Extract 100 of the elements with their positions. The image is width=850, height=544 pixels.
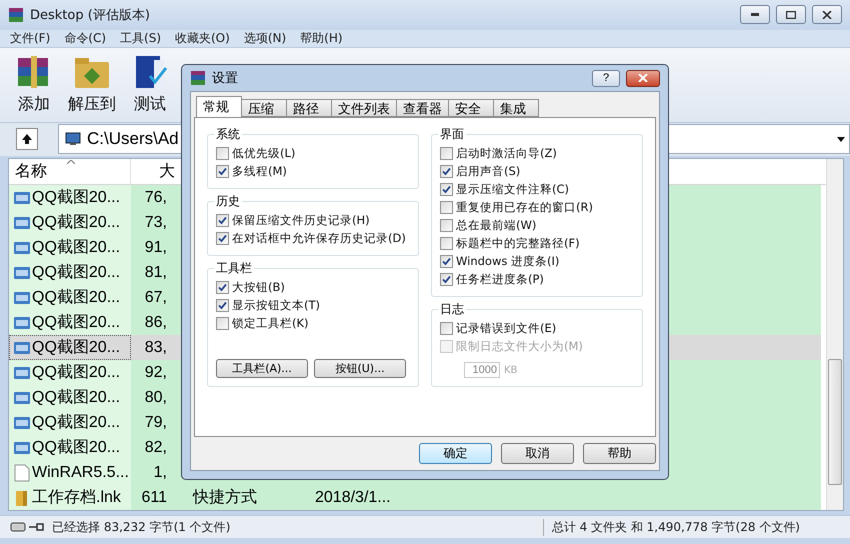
window-title: Desktop (评估版本) [30,6,151,24]
file-row[interactable]: QQ截图20... [9,185,131,210]
up-folder-button[interactable] [16,128,38,150]
menu-item[interactable]: 命令(C) [64,30,106,48]
checkbox[interactable] [216,317,229,330]
file-name: WinRAR5.5... [32,464,129,482]
scrollbar[interactable] [826,159,843,510]
app-icon [190,70,206,86]
file-name: QQ截图20... [32,312,120,334]
file-name: QQ截图20... [32,212,120,234]
up-arrow-icon [21,133,33,146]
image-file-icon [14,366,30,379]
column-header[interactable]: 大 [159,161,175,182]
tab[interactable]: 查看器 [396,99,449,117]
file-name: QQ截图20... [32,238,120,258]
dropdown-arrow-icon[interactable] [837,136,845,142]
maximize-icon [786,10,796,19]
folder-icon [14,488,30,507]
file-size: 81, [144,264,167,282]
dialog-button[interactable]: 帮助 [583,443,656,464]
checkbox[interactable] [216,147,229,160]
file-size: 67, [144,288,167,307]
close-button[interactable] [626,70,660,86]
group-title: 历史 [214,193,242,210]
tab[interactable]: 常规 [196,96,242,117]
column-header[interactable]: 名称 [15,161,47,182]
dialog-button[interactable]: 取消 [501,443,574,464]
file-name: QQ截图20... [32,438,120,458]
image-file-icon [14,266,30,279]
checkbox[interactable] [440,237,453,250]
tab[interactable]: 安全 [448,99,494,117]
file-size: 1, [154,464,167,482]
settings-button[interactable]: 工具栏(A)... [216,359,308,378]
toolbar-button[interactable]: 解压到 [64,50,120,120]
selection-status: 已经选择 83,232 字节(1 个文件) [52,518,230,536]
checkbox[interactable] [216,299,229,312]
checkbox[interactable] [440,165,453,178]
file-row[interactable]: QQ截图20... [9,210,131,236]
checkbox[interactable] [440,183,453,196]
minimize-icon [751,13,759,16]
settings-button[interactable]: 按钮(U)... [314,359,406,378]
tab[interactable]: 集成 [493,99,539,117]
menu-item[interactable]: 选项(N) [244,30,286,48]
file-row[interactable]: QQ截图20... [9,310,131,336]
file-row[interactable]: QQ截图20... [9,435,131,460]
checkbox-label: 大按钮(B) [232,280,285,295]
file-row[interactable]: QQ截图20... [9,410,131,436]
dialog-title: 设置 [212,70,239,87]
checkbox[interactable] [216,165,229,178]
image-file-icon [14,192,30,204]
file-row[interactable]: QQ截图20... [9,385,131,410]
menu-item[interactable]: 收藏夹(O) [175,30,230,48]
image-file-icon [14,316,30,329]
drive-icon [10,521,44,534]
file-size: 73, [144,214,167,232]
app-icon [8,6,24,23]
checkbox-label: 标题栏中的完整路径(F) [456,236,580,251]
toolbar-button[interactable]: 添加 [10,50,58,120]
file-row[interactable]: WinRAR5.5... [9,460,131,486]
checkbox-label: 在对话框中允许保存历史记录(D) [232,231,406,246]
menu-item[interactable]: 工具(S) [120,30,161,48]
help-button[interactable]: ? [592,70,620,86]
menu-item[interactable]: 帮助(H) [300,30,343,48]
checkbox[interactable] [440,255,453,268]
checkbox-label: 启用声音(S) [456,164,520,179]
image-file-icon [14,292,30,304]
checkbox[interactable] [216,281,229,294]
checkbox[interactable] [216,214,229,227]
file-name: QQ截图20... [32,388,120,408]
checkbox[interactable] [440,147,453,160]
sort-caret-icon [67,160,75,164]
close-icon [822,10,832,19]
file-row[interactable]: QQ截图20... [9,335,131,360]
file-size: 611 [141,488,167,507]
checkbox-label: 任务栏进度条(P) [456,272,544,287]
tab[interactable]: 路径 [286,99,332,117]
file-name: QQ截图20... [32,188,120,208]
file-row[interactable]: QQ截图20... [9,235,131,260]
file-date: 2018/3/1... [315,488,391,507]
toolbar-button[interactable]: 测试 [126,50,174,120]
image-file-icon [14,392,30,404]
checkbox[interactable] [440,273,453,286]
dialog-button[interactable]: 确定 [419,443,492,464]
file-row[interactable]: QQ截图20... [9,260,131,286]
file-row[interactable]: QQ截图20... [9,360,131,386]
maximize-button[interactable] [776,5,806,24]
checkbox[interactable] [440,201,453,214]
file-row[interactable]: QQ截图20... [9,285,131,310]
checkbox[interactable] [216,232,229,245]
checkbox-label: Windows 进度条(I) [456,254,560,269]
minimize-button[interactable] [740,5,770,24]
file-row[interactable]: 工作存档.lnk [9,485,131,510]
close-button[interactable] [812,5,842,24]
checkbox[interactable] [440,219,453,232]
checkbox[interactable] [440,322,453,335]
tab[interactable]: 压缩 [241,99,287,117]
document-icon [14,464,30,482]
menu-item[interactable]: 文件(F) [10,30,50,48]
tab[interactable]: 文件列表 [331,99,397,117]
file-name: QQ截图20... [32,262,120,284]
